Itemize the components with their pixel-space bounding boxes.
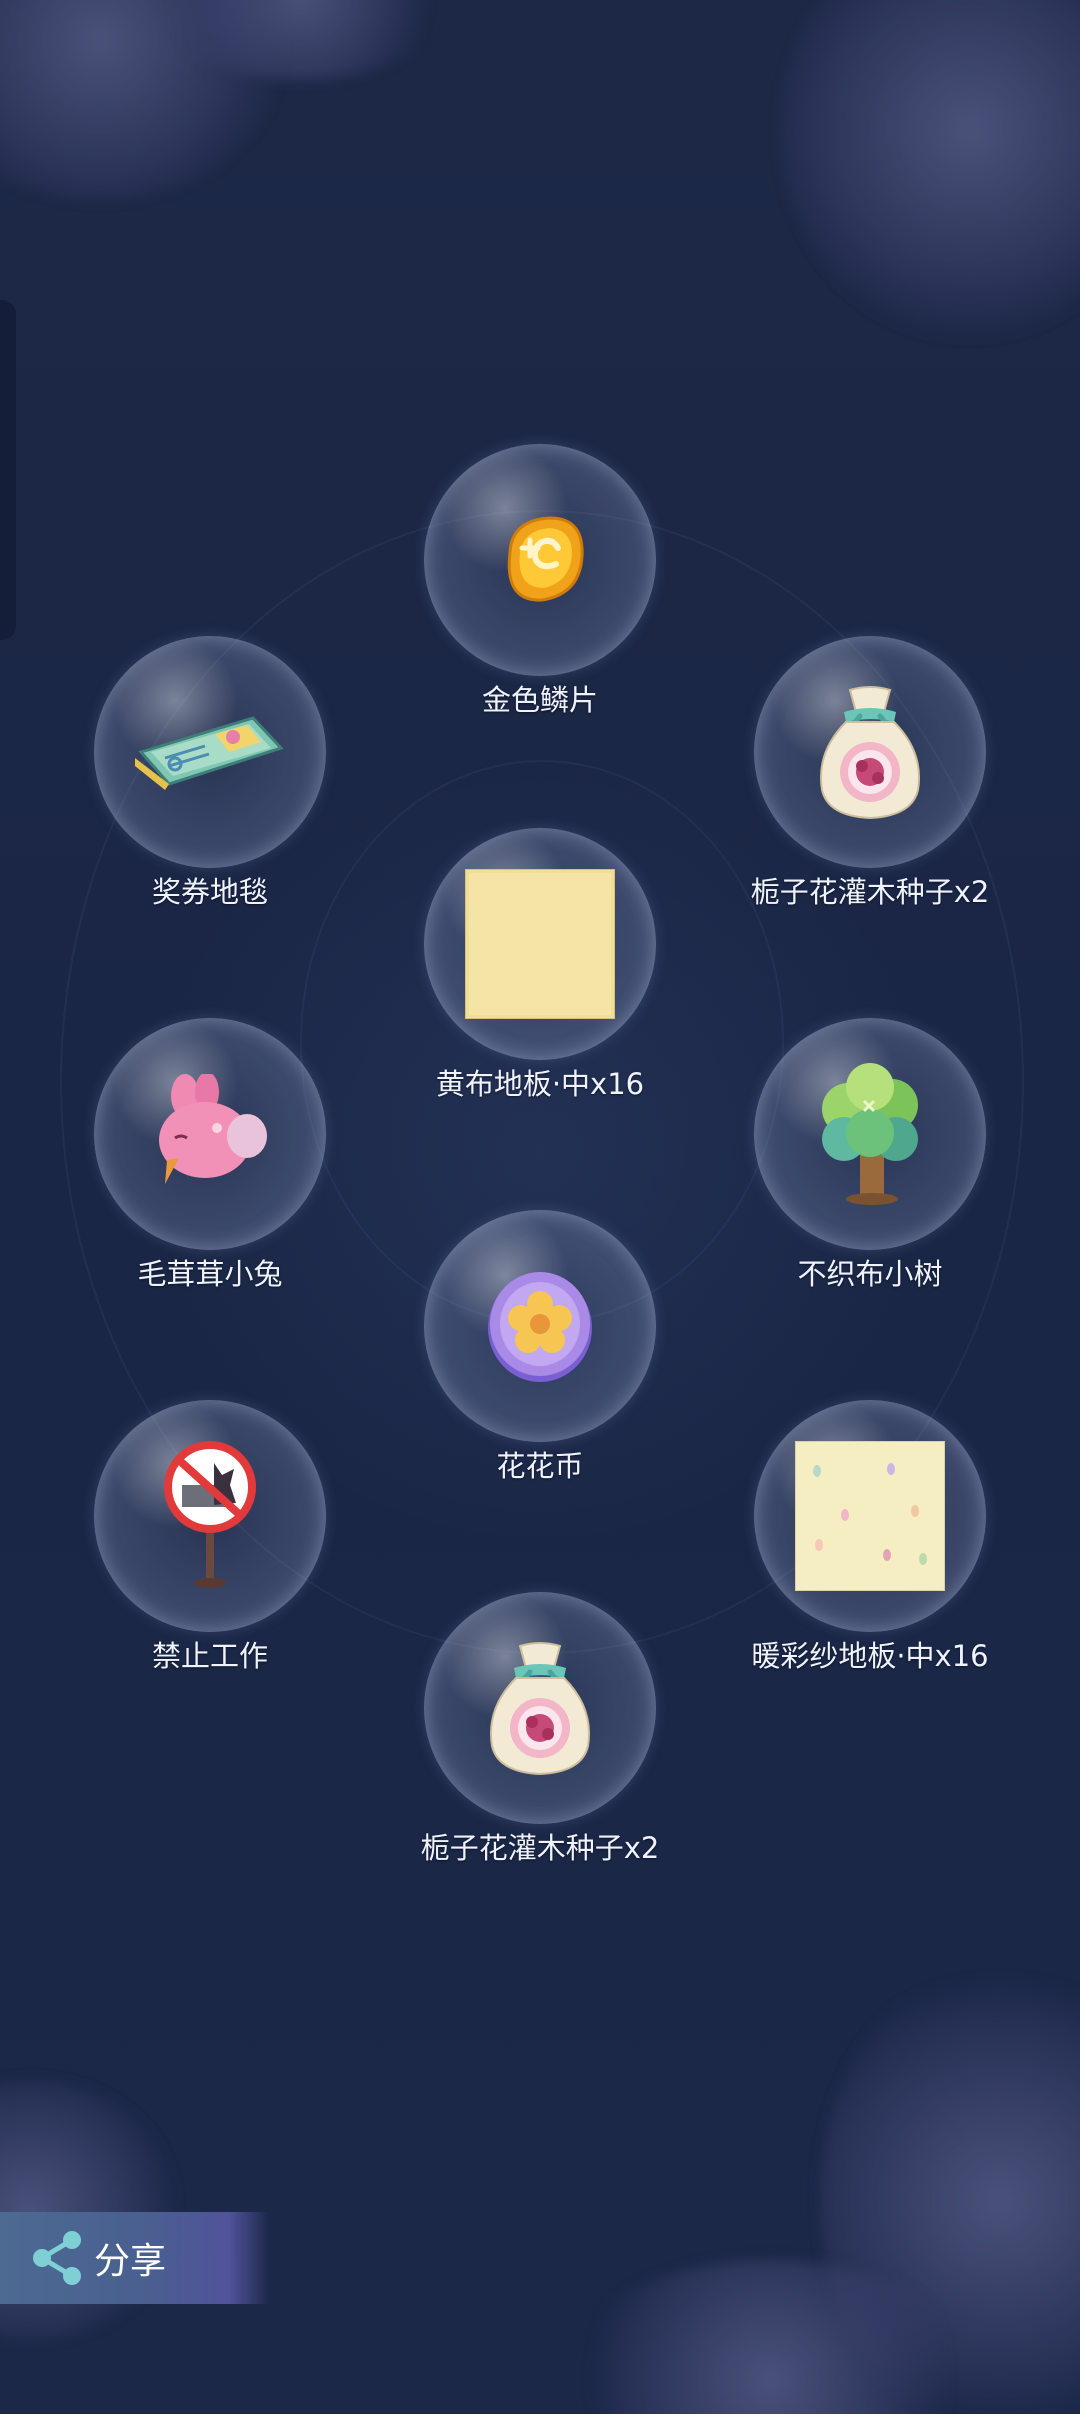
no-work-sign-icon <box>164 1441 256 1588</box>
cloud-top-right <box>780 0 1080 340</box>
yellow-floor-tile-icon <box>465 869 615 1019</box>
reward-bubble <box>424 828 656 1060</box>
reward-bubble <box>424 1210 656 1442</box>
reward-label: 黄布地板·中x16 <box>435 1067 645 1101</box>
reward-item[interactable]: 栀子花灌木种子x2 <box>390 1592 690 1868</box>
reward-item[interactable]: 栀子花灌木种子x2 <box>720 636 1020 912</box>
reward-item[interactable]: 禁止工作 <box>60 1400 360 1676</box>
reward-bubble <box>94 1018 326 1250</box>
share-label: 分享 <box>94 2241 167 2282</box>
reward-bubble <box>754 1400 986 1632</box>
flower-coin-icon <box>488 1272 592 1382</box>
reward-item[interactable]: 奖券地毯 <box>60 636 360 912</box>
reward-label: 禁止工作 <box>151 1639 268 1673</box>
reward-label: 奖券地毯 <box>151 875 268 909</box>
fluffy-bunny-icon <box>159 1074 267 1184</box>
gold-scale-icon <box>507 516 584 602</box>
reward-bubble <box>94 1400 326 1632</box>
reward-label: 花花币 <box>496 1449 584 1483</box>
reward-label: 暖彩纱地板·中x16 <box>751 1639 989 1673</box>
reward-bubble <box>424 1592 656 1824</box>
seed-bag-icon <box>820 686 920 820</box>
reward-item[interactable]: 暖彩纱地板·中x16 <box>720 1400 1020 1676</box>
pastel-floor-tile-icon <box>795 1441 945 1591</box>
reward-screen: 金色鳞片 奖券地毯 栀子花灌木种子x2 黄布地板·中x16 毛茸茸小兔 不织布小… <box>0 0 1080 2414</box>
reward-label: 毛茸茸小兔 <box>137 1257 283 1291</box>
reward-label: 不织布小树 <box>797 1257 943 1291</box>
share-button[interactable]: 分享 <box>0 2212 270 2304</box>
ticket-rug-icon <box>135 716 284 790</box>
reward-label: 栀子花灌木种子x2 <box>420 1831 660 1865</box>
reward-label: 栀子花灌木种子x2 <box>750 875 990 909</box>
side-edge-tab <box>0 300 16 640</box>
reward-label: 金色鳞片 <box>481 683 598 717</box>
share-icon <box>33 2231 81 2285</box>
reward-bubble <box>754 636 986 868</box>
reward-item[interactable]: 花花币 <box>390 1210 690 1486</box>
reward-bubble <box>754 1018 986 1250</box>
reward-bubble <box>424 444 656 676</box>
seed-bag-icon <box>490 1642 590 1776</box>
reward-bubble <box>94 636 326 868</box>
reward-item[interactable]: 不织布小树 <box>720 1018 1020 1294</box>
reward-item[interactable]: 黄布地板·中x16 <box>390 828 690 1104</box>
felt-tree-icon <box>822 1063 918 1205</box>
reward-item[interactable]: 金色鳞片 <box>390 444 690 720</box>
reward-item[interactable]: 毛茸茸小兔 <box>60 1018 360 1294</box>
